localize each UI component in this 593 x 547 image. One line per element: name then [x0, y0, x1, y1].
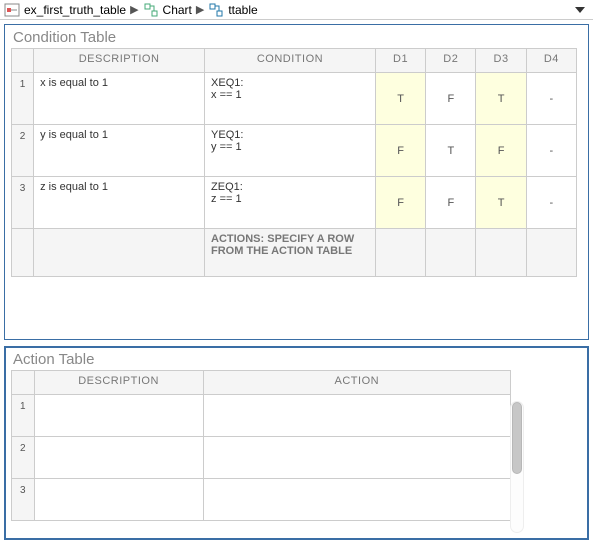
decision-cell[interactable]: F	[476, 125, 526, 177]
table-row: 1	[12, 395, 511, 437]
decision-cell[interactable]: F	[426, 177, 476, 229]
decision-cell[interactable]: T	[426, 125, 476, 177]
decision-cell[interactable]: -	[526, 73, 576, 125]
condition-table-title: Condition Table	[5, 25, 588, 48]
header-d2[interactable]: D2	[426, 49, 476, 73]
row-number: 2	[12, 437, 35, 479]
row-number	[12, 229, 34, 277]
header-description: DESCRIPTION	[34, 371, 203, 395]
header-action: ACTION	[203, 371, 510, 395]
action-decision-cell[interactable]	[426, 229, 476, 277]
decision-cell[interactable]: T	[476, 177, 526, 229]
condition-cell[interactable]: XEQ1: x == 1	[205, 73, 376, 125]
action-table[interactable]: DESCRIPTION ACTION 123	[11, 370, 511, 521]
table-row: 3	[12, 479, 511, 521]
row-number: 3	[12, 479, 35, 521]
table-row: 3z is equal to 1ZEQ1: z == 1FFT-	[12, 177, 577, 229]
action-decision-cell[interactable]	[476, 229, 526, 277]
decision-cell[interactable]: F	[426, 73, 476, 125]
decision-cell[interactable]: -	[526, 177, 576, 229]
description-cell[interactable]: y is equal to 1	[34, 125, 205, 177]
chevron-right-icon: ▶	[130, 3, 138, 16]
breadcrumb-label: Chart	[163, 3, 192, 17]
header-d1[interactable]: D1	[375, 49, 425, 73]
chevron-right-icon: ▶	[196, 3, 204, 16]
row-number: 1	[12, 73, 34, 125]
table-row: 2y is equal to 1YEQ1: y == 1FTF-	[12, 125, 577, 177]
description-cell[interactable]: x is equal to 1	[34, 73, 205, 125]
decision-cell[interactable]: T	[375, 73, 425, 125]
breadcrumb-label: ex_first_truth_table	[24, 3, 126, 17]
description-cell[interactable]	[34, 479, 203, 521]
header-d4[interactable]: D4	[526, 49, 576, 73]
breadcrumb-item-model[interactable]: ex_first_truth_table	[4, 2, 126, 18]
condition-cell[interactable]: ZEQ1: z == 1	[205, 177, 376, 229]
ttable-icon	[208, 2, 224, 18]
actions-label: ACTIONS: SPECIFY A ROW FROM THE ACTION T…	[205, 229, 376, 277]
header-blank	[12, 371, 35, 395]
breadcrumb-item-chart[interactable]: Chart	[143, 2, 192, 18]
condition-cell[interactable]: YEQ1: y == 1	[205, 125, 376, 177]
decision-cell[interactable]: -	[526, 125, 576, 177]
row-number: 2	[12, 125, 34, 177]
breadcrumb: ex_first_truth_table ▶ Chart ▶ ttable	[0, 0, 593, 20]
description-cell[interactable]	[34, 395, 203, 437]
header-description: DESCRIPTION	[34, 49, 205, 73]
action-cell[interactable]	[203, 437, 510, 479]
decision-cell[interactable]: F	[375, 125, 425, 177]
condition-table-panel: Condition Table DESCRIPTION CONDITION D1…	[4, 24, 589, 340]
action-decision-cell[interactable]	[526, 229, 576, 277]
condition-table[interactable]: DESCRIPTION CONDITION D1 D2 D3 D4 1x is …	[11, 48, 577, 277]
action-cell[interactable]	[203, 479, 510, 521]
decision-cell[interactable]: F	[375, 177, 425, 229]
decision-cell[interactable]: T	[476, 73, 526, 125]
breadcrumb-label: ttable	[228, 3, 257, 17]
row-number: 3	[12, 177, 34, 229]
action-scrollbar[interactable]	[510, 401, 524, 533]
header-d3[interactable]: D3	[476, 49, 526, 73]
chart-icon	[143, 2, 159, 18]
header-blank	[12, 49, 34, 73]
model-icon	[4, 2, 20, 18]
header-condition: CONDITION	[205, 49, 376, 73]
action-cell[interactable]	[203, 395, 510, 437]
action-decision-cell[interactable]	[375, 229, 425, 277]
breadcrumb-dropdown[interactable]	[575, 7, 585, 13]
actions-row: ACTIONS: SPECIFY A ROW FROM THE ACTION T…	[12, 229, 577, 277]
row-number: 1	[12, 395, 35, 437]
scrollbar-thumb[interactable]	[512, 402, 522, 474]
action-table-title: Action Table	[5, 347, 588, 370]
description-cell[interactable]	[34, 437, 203, 479]
actions-spacer	[34, 229, 205, 277]
description-cell[interactable]: z is equal to 1	[34, 177, 205, 229]
table-row: 2	[12, 437, 511, 479]
action-table-panel: Action Table DESCRIPTION ACTION 123	[4, 346, 589, 540]
breadcrumb-item-ttable[interactable]: ttable	[208, 2, 257, 18]
table-row: 1x is equal to 1XEQ1: x == 1TFT-	[12, 73, 577, 125]
